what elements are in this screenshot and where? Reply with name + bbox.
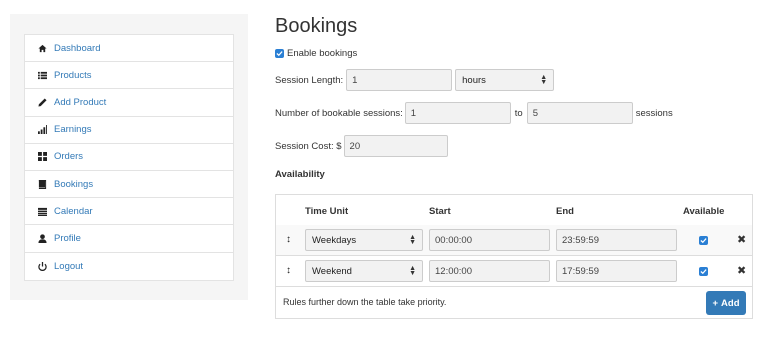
available-checkbox[interactable]: [699, 267, 708, 276]
time-unit-value: Weekdays: [312, 234, 357, 246]
power-icon: [37, 261, 48, 272]
enable-bookings-row: Enable bookings: [275, 48, 357, 59]
sidebar-item-bookings[interactable]: Bookings: [25, 171, 233, 199]
sidebar-item-products[interactable]: Products: [25, 62, 233, 90]
sidebar-item-label: Products: [54, 69, 92, 81]
delete-row-icon[interactable]: ✖: [737, 264, 746, 277]
grid-icon: [37, 151, 48, 162]
list-icon: [37, 70, 48, 81]
time-unit-select[interactable]: Weekdays ▲ ▼: [305, 229, 423, 251]
sidebar-item-label: Earnings: [54, 124, 92, 136]
sidebar-nav: Dashboard Products Add Product Earnings …: [24, 34, 234, 281]
to-label: to: [514, 107, 523, 119]
session-length-input[interactable]: 1: [346, 69, 453, 91]
num-sessions-from-input[interactable]: 1: [404, 102, 511, 124]
sidebar-item-label: Logout: [54, 260, 84, 272]
end-time-input[interactable]: 17:59:59: [556, 260, 677, 282]
sidebar-item-add-product[interactable]: Add Product: [25, 89, 233, 117]
time-unit-value: Weekend: [312, 265, 352, 277]
sidebar-item-label: Profile: [54, 232, 81, 244]
sidebar-item-earnings[interactable]: Earnings: [25, 117, 233, 144]
column-header-time-unit: Time Unit: [305, 206, 349, 217]
page-title: Bookings: [275, 15, 358, 37]
drag-handle-icon[interactable]: ↕: [286, 265, 291, 276]
sidebar-item-dashboard[interactable]: Dashboard: [25, 35, 233, 63]
sessions-label: sessions: [635, 107, 673, 119]
sidebar-item-label: Calendar: [54, 205, 93, 217]
time-unit-select[interactable]: Weekend ▲ ▼: [305, 260, 423, 282]
availability-table: Time Unit Start End Available ↕ Weekdays…: [275, 194, 753, 319]
sidebar-item-orders[interactable]: Orders: [25, 144, 233, 171]
session-cost-label: Session Cost: $: [275, 140, 342, 152]
plus-icon: +: [712, 297, 719, 309]
signal-icon: [37, 124, 48, 135]
start-time-input[interactable]: 12:00:00: [429, 260, 550, 282]
delete-row-icon[interactable]: ✖: [737, 233, 746, 246]
enable-bookings-checkbox[interactable]: [275, 49, 284, 58]
session-length-label: Session Length:: [275, 74, 344, 86]
sidebar-item-logout[interactable]: Logout: [25, 253, 233, 280]
enable-bookings-label: Enable bookings: [287, 48, 358, 59]
calendar-icon: [37, 206, 48, 217]
start-time-input[interactable]: 00:00:00: [429, 229, 550, 251]
column-header-available: Available: [683, 206, 725, 217]
user-icon: [37, 233, 48, 244]
select-arrows-icon: ▲ ▼: [409, 234, 416, 246]
sidebar-item-calendar[interactable]: Calendar: [25, 198, 233, 226]
add-rule-button[interactable]: + Add: [706, 291, 746, 315]
sidebar-item-label: Dashboard: [54, 42, 101, 54]
add-button-label: Add: [721, 297, 740, 309]
num-sessions-label: Number of bookable sessions:: [275, 107, 403, 119]
end-time-input[interactable]: 23:59:59: [556, 229, 677, 251]
column-header-start: Start: [429, 206, 451, 217]
session-unit-select[interactable]: hours ▲ ▼: [455, 69, 555, 91]
column-header-end: End: [556, 206, 574, 217]
availability-heading: Availability: [275, 169, 325, 180]
sidebar-item-label: Orders: [54, 151, 84, 163]
drag-handle-icon[interactable]: ↕: [286, 234, 291, 245]
session-length-row: Session Length: 1 hours ▲ ▼: [275, 69, 555, 91]
home-icon: [37, 43, 48, 54]
book-icon: [37, 179, 48, 190]
pencil-icon: [37, 97, 48, 108]
sidebar-item-profile[interactable]: Profile: [25, 225, 233, 253]
num-sessions-row: Number of bookable sessions: 1 to 5 sess…: [275, 102, 673, 124]
session-cost-row: Session Cost: $ 20: [275, 135, 448, 157]
session-unit-value: hours: [462, 74, 486, 86]
sidebar-item-label: Bookings: [54, 178, 94, 190]
table-row: ↕ Weekend ▲ ▼ 12:00:00 17:59:59 ✖: [276, 256, 752, 287]
select-arrows-icon: ▲ ▼: [409, 265, 416, 277]
select-arrows-icon: ▲ ▼: [540, 74, 548, 86]
session-cost-input[interactable]: 20: [343, 135, 448, 157]
sidebar-item-label: Add Product: [54, 96, 107, 108]
table-row: ↕ Weekdays ▲ ▼ 00:00:00 23:59:59 ✖: [276, 225, 752, 256]
table-footer-note: Rules further down the table take priori…: [283, 297, 447, 307]
available-checkbox[interactable]: [699, 236, 708, 245]
num-sessions-to-input[interactable]: 5: [526, 102, 633, 124]
